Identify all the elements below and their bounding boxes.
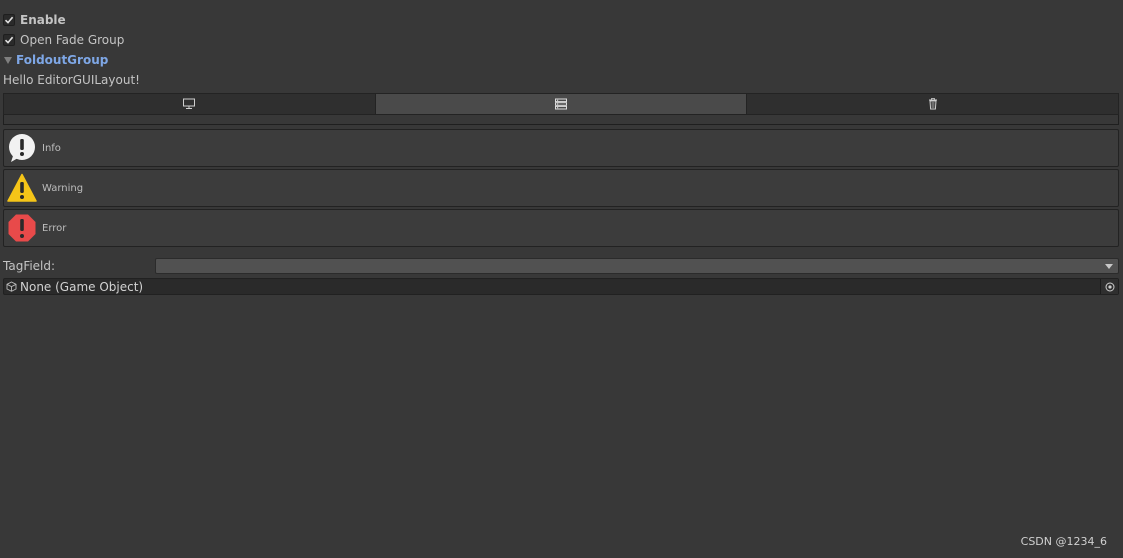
error-icon: [8, 214, 36, 242]
enable-checkbox[interactable]: [3, 14, 15, 26]
warning-icon: [7, 173, 37, 202]
foldout-arrow-icon[interactable]: [4, 56, 12, 64]
tag-field-dropdown[interactable]: [155, 258, 1119, 274]
help-box-error-text: Error: [42, 222, 67, 234]
help-box-error: Error: [3, 209, 1119, 247]
game-object-field-value: None (Game Object): [20, 279, 144, 294]
tag-field-label: TagField:: [3, 259, 56, 273]
checkmark-icon: [4, 36, 14, 44]
dropdown-arrow-icon: [1105, 264, 1113, 269]
enable-label: Enable: [20, 13, 66, 27]
game-object-field[interactable]: None (Game Object): [3, 278, 1119, 295]
hello-label: Hello EditorGUILayout!: [3, 73, 140, 87]
toolbar-trash-button[interactable]: [747, 93, 1120, 115]
help-box-warning-text: Warning: [42, 182, 84, 194]
toolbar: [3, 93, 1120, 115]
game-object-cube-icon: [6, 281, 17, 292]
fade-group-toggle-row[interactable]: Open Fade Group: [3, 33, 124, 47]
foldout-label: FoldoutGroup: [16, 53, 109, 67]
help-box-warning: Warning: [3, 169, 1119, 207]
toolbar-content-area: [3, 115, 1119, 125]
hello-label-row: Hello EditorGUILayout!: [3, 73, 140, 87]
server-icon: [555, 98, 567, 110]
monitor-icon: [183, 98, 196, 109]
help-box-info-text: Info: [42, 142, 61, 154]
help-box-info: Info: [3, 129, 1119, 167]
info-icon: [9, 134, 35, 162]
enable-toggle-row[interactable]: Enable: [3, 13, 66, 27]
trash-icon: [928, 98, 937, 110]
watermark: CSDN @1234_6: [1020, 535, 1107, 548]
object-picker-button[interactable]: [1100, 279, 1118, 294]
checkmark-icon: [4, 16, 14, 24]
toolbar-server-button[interactable]: [375, 93, 748, 115]
toolbar-monitor-button[interactable]: [3, 93, 376, 115]
target-picker-icon: [1105, 282, 1114, 291]
foldout-group-header[interactable]: FoldoutGroup: [3, 53, 108, 67]
fade-group-label: Open Fade Group: [20, 33, 125, 47]
fade-group-checkbox[interactable]: [3, 34, 15, 46]
